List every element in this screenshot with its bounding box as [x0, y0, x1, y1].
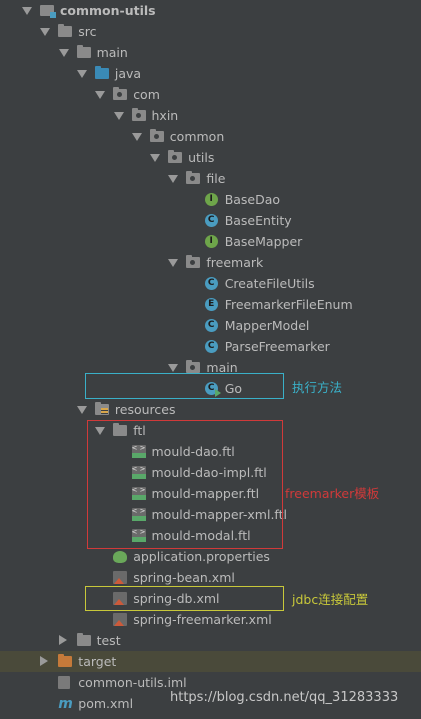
tree-node-label: BaseEntity	[224, 213, 292, 228]
folder-icon	[76, 633, 91, 646]
collapse-arrow-icon[interactable]	[22, 7, 32, 15]
tree-node-label: application.properties	[133, 549, 270, 564]
watermark: https://blog.csdn.net/qq_31283333	[170, 690, 399, 705]
db-highlight-box	[85, 586, 284, 611]
properties-file-icon	[113, 551, 128, 563]
tree-node-label: common	[169, 129, 225, 144]
tree-node-label: test	[96, 633, 121, 648]
collapse-arrow-icon[interactable]	[113, 112, 124, 120]
tree-node[interactable]: application.properties	[0, 546, 421, 567]
expand-arrow-icon[interactable]	[58, 635, 67, 645]
tree-node-label: pom.xml	[78, 696, 134, 711]
collapse-arrow-icon[interactable]	[58, 49, 69, 57]
collapse-arrow-icon[interactable]	[150, 154, 161, 162]
folder-icon	[58, 24, 73, 37]
package-icon	[113, 87, 128, 100]
tree-node[interactable]: hxin	[0, 105, 421, 126]
package-icon	[186, 171, 201, 184]
tree-node[interactable]: src	[0, 21, 421, 42]
collapse-arrow-icon[interactable]	[131, 133, 142, 141]
tree-node[interactable]: target	[0, 651, 421, 672]
collapse-arrow-icon[interactable]	[76, 406, 87, 414]
tree-node-label: file	[206, 171, 226, 186]
tree-node[interactable]: file	[0, 168, 421, 189]
go-highlight-box	[85, 373, 284, 399]
tree-node-label: target	[78, 654, 117, 669]
collapse-arrow-icon[interactable]	[95, 91, 106, 99]
iml-file-icon	[58, 676, 71, 689]
tree-node[interactable]: I BaseMapper	[0, 231, 421, 252]
package-icon	[186, 255, 201, 268]
tree-node[interactable]: utils	[0, 147, 421, 168]
tree-node-label: common-utils	[60, 3, 156, 18]
tree-node[interactable]: common-utils	[0, 0, 421, 21]
interface-icon: I	[204, 235, 218, 248]
xml-file-icon	[113, 571, 128, 584]
tree-node-label: CreateFileUtils	[224, 276, 315, 291]
tree-node[interactable]: E FreemarkerFileEnum	[0, 294, 421, 315]
tree-node-label: MapperModel	[224, 318, 310, 333]
ftl-highlight-box	[87, 420, 283, 549]
xml-file-icon	[113, 613, 128, 626]
module-icon	[40, 5, 56, 18]
tree-node-label: resources	[114, 402, 176, 417]
class-icon: C	[204, 277, 218, 290]
package-icon	[168, 150, 183, 163]
collapse-arrow-icon[interactable]	[168, 175, 179, 183]
class-icon: C	[204, 214, 218, 227]
tree-node[interactable]: common	[0, 126, 421, 147]
enum-icon: E	[204, 298, 218, 311]
tree-node-label: java	[114, 66, 142, 81]
tree-node[interactable]: resources	[0, 399, 421, 420]
tree-node[interactable]: main	[0, 42, 421, 63]
tree-node-label: main	[96, 45, 128, 60]
package-icon	[149, 129, 164, 142]
package-icon	[186, 360, 201, 373]
tree-node-label: ParseFreemarker	[224, 339, 330, 354]
tree-node[interactable]: com	[0, 84, 421, 105]
collapse-arrow-icon[interactable]	[40, 28, 51, 36]
ftl-annotation: freemarker模板	[285, 486, 380, 501]
resources-folder-icon	[94, 402, 109, 415]
collapse-arrow-icon[interactable]	[76, 70, 87, 78]
tree-node-label: BaseMapper	[224, 234, 303, 249]
tree-node[interactable]: C MapperModel	[0, 315, 421, 336]
collapse-arrow-icon[interactable]	[168, 259, 179, 267]
tree-node[interactable]: C BaseEntity	[0, 210, 421, 231]
tree-node[interactable]: C CreateFileUtils	[0, 273, 421, 294]
tree-node[interactable]: I BaseDao	[0, 189, 421, 210]
expand-arrow-icon[interactable]	[40, 656, 49, 666]
tree-node[interactable]: test	[0, 630, 421, 651]
folder-icon	[76, 45, 91, 58]
tree-node-label: FreemarkerFileEnum	[224, 297, 353, 312]
source-folder-icon	[94, 66, 109, 79]
interface-icon: I	[204, 193, 218, 206]
collapse-arrow-icon[interactable]	[168, 364, 179, 372]
tree-node-label: BaseDao	[224, 192, 281, 207]
tree-node[interactable]: spring-freemarker.xml	[0, 609, 421, 630]
class-icon: C	[204, 319, 218, 332]
tree-node[interactable]: java	[0, 63, 421, 84]
db-annotation: jdbc连接配置	[292, 592, 369, 607]
tree-node[interactable]: freemark	[0, 252, 421, 273]
excluded-folder-icon	[58, 654, 73, 667]
go-annotation: 执行方法	[292, 380, 343, 395]
package-icon	[131, 108, 146, 121]
tree-node-label: hxin	[151, 108, 179, 123]
tree-node-label: src	[78, 24, 97, 39]
tree-node-label: spring-bean.xml	[133, 570, 235, 585]
tree-node-label: com	[133, 87, 160, 102]
tree-node-label: spring-freemarker.xml	[133, 612, 272, 627]
tree-node-label: freemark	[206, 255, 264, 270]
class-icon: C	[204, 340, 218, 353]
tree-node-label: utils	[188, 150, 215, 165]
maven-pom-icon: m	[58, 696, 73, 712]
tree-node[interactable]: spring-bean.xml	[0, 567, 421, 588]
tree-node[interactable]: C ParseFreemarker	[0, 336, 421, 357]
